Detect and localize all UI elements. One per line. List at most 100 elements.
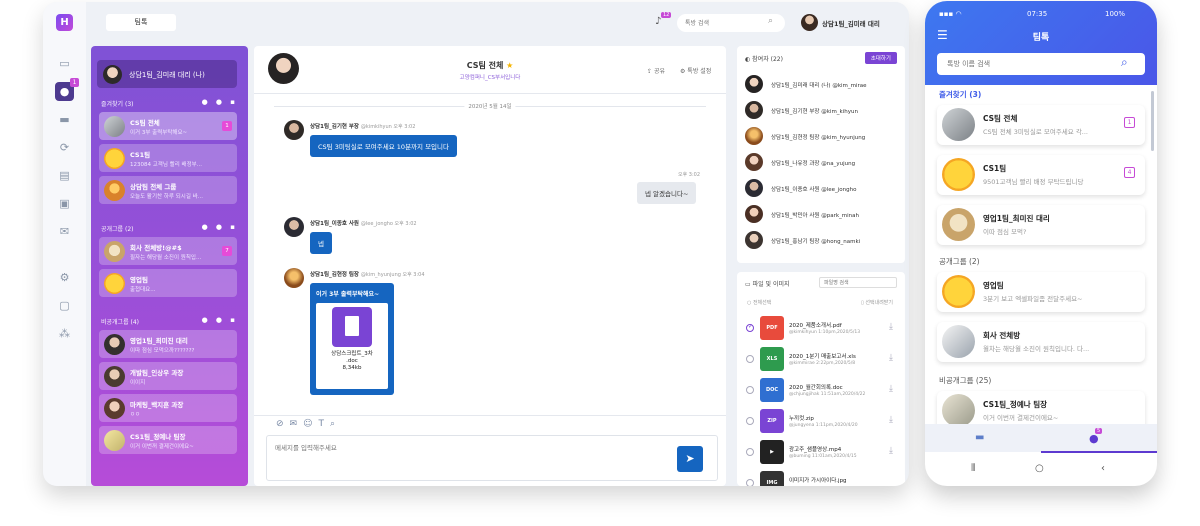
list-item[interactable]: CS1팀 123084 고객님 빨리 배정부... [99,144,237,172]
sender-label: 상담1팀_김현정 팀장 [310,272,359,278]
participant-row[interactable]: 상담1팀_박민아 사원 @park_minah [745,204,899,226]
file-checkbox[interactable] [746,355,754,363]
list-item[interactable]: 영업1팀_최미진 대리 이따 점심 모먹? [937,205,1145,245]
group-add-icon[interactable]: ● ● ▪ [202,316,238,324]
settings-tools-icon[interactable]: ⚙ [55,268,74,287]
download-icon[interactable]: ⤓ [889,446,893,456]
file-row[interactable]: XLS 2020_1분기 매출보고서.xls @kimmirae 2:22pm,20… [743,345,899,375]
bottom-tab-bar: ▬ ● 5 [925,424,1157,453]
mail-icon[interactable]: ✉ [290,419,304,429]
room-settings-label: 톡방 설정 [687,68,712,75]
battery: 100% [1105,10,1126,18]
list-item[interactable]: 영업1팀_최미진 대리 이따 점심 모먹으까??????? [99,330,237,358]
contact-icon[interactable]: ▢ [55,296,74,315]
room-settings-button[interactable]: ⚙ 톡방 설정 [680,66,711,75]
avatar [284,268,304,288]
search-icon[interactable]: ⌕ [330,419,341,429]
participant-row[interactable]: 상담1팀_김기현 부장 @kim_kihyun [745,100,899,122]
card-icon[interactable]: ▤ [55,166,74,185]
file-row[interactable]: ZIP 누끼컷.zip @jungyena 1:11pm,2020/4/20 ⤓ [743,407,899,437]
room-name: 영업팀 [983,281,1004,290]
list-item[interactable]: CS팀 전체 CS팀 전체 3미팅실로 모여주세요 각... 1 [937,105,1145,145]
download-icon[interactable]: ⤓ [889,322,893,332]
list-item[interactable]: 상담팀 전체 그룹 오늘도 활기찬 하루 되시길 바... [99,176,237,204]
text-format-icon[interactable]: T [318,419,330,429]
home-icon[interactable]: ○ [1035,463,1044,474]
search-icon[interactable]: ⌕ [1121,55,1128,70]
file-checkbox[interactable] [746,448,754,456]
list-item[interactable]: CS팀 전체 이거 3부 출력부탁해요~ 1 [99,112,237,140]
participant-row[interactable]: 상담1팀_김미래 대리 (나) @kim_mirae [745,74,899,96]
desktop-window: H ▭ ●1 ▬ ⟳ ▤ ▣ ✉ ⚙ ▢ ⁂ 팀톡 ♪12 ⌕ 상담1팀_김미래… [43,2,909,486]
file-row[interactable]: IMG 이미지가 가시아이다.jpg [743,469,899,486]
list-item[interactable]: 회사 전체방 월차는 해당월 소진이 원칙입니다. 다... [937,322,1145,362]
file-message[interactable]: 이거 3부 출력부탁해요~ 상담스크립트_3차 .doc 8,34kb [310,283,394,395]
team-tab-icon[interactable]: ● 5 [1089,428,1103,445]
room-name: 상담팀 전체 그룹 [130,183,177,191]
file-name: 2020_월간회의록.doc [789,385,843,391]
team-chat-icon[interactable]: ● 1 [55,78,79,101]
recent-apps-icon[interactable]: ⦀ [971,463,975,474]
message-input[interactable] [267,436,717,480]
monitor-icon[interactable]: ▣ [55,194,74,213]
search-input[interactable] [937,53,1145,75]
mail-icon[interactable]: ✉ [55,222,74,241]
message-bubble: 넵 알겠습니다~ [637,182,697,204]
app-logo: H [56,14,73,31]
sync-icon[interactable]: ⟳ [55,138,74,157]
chart-icon[interactable]: ▭ [55,54,74,73]
file-checkbox[interactable] [746,323,754,332]
sender-name: 상담1팀_김현정 팀장 @kim_hyunjung 오후 3:04 [310,270,425,278]
org-chart-icon[interactable]: ⁂ [55,324,74,343]
group-add-icon[interactable]: ● ● ▪ [202,223,238,231]
file-checkbox[interactable] [746,417,754,425]
back-icon[interactable]: ‹ [1101,463,1105,474]
download-icon[interactable]: ⤓ [889,353,893,363]
participant-name: 상담1팀_김미래 대리 (나) @kim_mirae [771,83,867,89]
file-preview[interactable]: 상담스크립트_3차 .doc 8,34kb [316,303,388,389]
participant-row[interactable]: 상담1팀_이종호 사원 @lee_jongho [745,178,899,200]
download-icon[interactable]: ⤓ [889,415,893,425]
invite-button[interactable]: 초대하기 [864,52,897,64]
star-icon[interactable]: ★ [506,61,513,70]
send-button[interactable]: ➤ [677,446,703,472]
list-item[interactable]: 영업팀 3분기 보고 엑셀파일좀 전달주세요~ [937,272,1145,312]
file-search-input[interactable] [819,277,897,288]
select-all-checkbox[interactable]: ○ 전체선택 [747,299,771,306]
room-last-message: 필자는 해당월 소진이 원칙입... [130,255,202,261]
download-icon[interactable]: ⤓ [889,384,893,394]
bell-icon[interactable]: ♪ 12 [655,12,672,27]
room-last-message: 이따 점심 모먹으까??????? [130,348,195,354]
file-row[interactable]: DOC 2020_월간회의록.doc @chjungjihak 11:51am,20… [743,376,899,406]
file-checkbox[interactable] [746,479,754,486]
search-icon[interactable]: ⌕ [768,16,773,26]
mobile-scrollbar[interactable] [1151,91,1154,151]
list-item[interactable]: 회사 전체방!@#$ 필자는 해당월 소진이 원칙입... 7 [99,237,237,265]
room-last-message: ㅇㅇ [130,412,141,418]
attach-icon[interactable]: ⊘ [276,419,290,429]
chat-tab-icon[interactable]: ▬ [975,432,984,443]
list-item[interactable]: 개발팀_인상우 과장 이이지 [99,362,237,390]
avatar [942,394,975,427]
list-item[interactable]: 마케팅_백지훈 과장 ㅇㅇ [99,394,237,422]
download-selected-button[interactable]: ▯ 선택내려받기 [861,299,893,306]
share-button[interactable]: ⇪ 공유 [647,66,665,75]
avatar [103,65,122,84]
file-checkbox[interactable] [746,386,754,394]
group-add-icon[interactable]: ● ● ▪ [202,98,238,106]
file-row[interactable]: ▶ 광고주_샘플영상.mp4 @buming 11:01am,2020/4/15 ⤓ [743,438,899,468]
list-item[interactable]: 영업팀 출첩대요... [99,269,237,297]
emoji-icon[interactable]: ☺ [303,419,318,429]
room-last-message: 이거 3부 출력부탁해요~ [130,130,188,136]
participant-name: 상담1팀_홍남기 팀장 @hong_namki [771,239,861,245]
my-profile[interactable]: 상담1팀_김미래 대리 (나) [97,60,237,88]
participant-row[interactable]: 상담1팀_김현정 팀장 @kim_hyunjung [745,126,899,148]
participant-row[interactable]: 상담1팀_홍남기 팀장 @hong_namki [745,230,899,252]
message-icon[interactable]: ▬ [55,110,74,129]
list-item[interactable]: CS1팀_정예나 팀장 이거 이번꺼 결제건이에요~ [99,426,237,454]
list-item[interactable]: CS1팀 9501고객님 빨리 배정 부탁드립니당 4 [937,155,1145,195]
file-row[interactable]: PDF 2020_제품소개서.pdf@kimkihyun 1:10pm,2020/… [743,314,899,344]
avatar[interactable] [801,14,818,31]
participant-row[interactable]: 상담1팀_나유정 과장 @na_yujung [745,152,899,174]
tab-team-talk[interactable]: 팀톡 [106,14,176,31]
